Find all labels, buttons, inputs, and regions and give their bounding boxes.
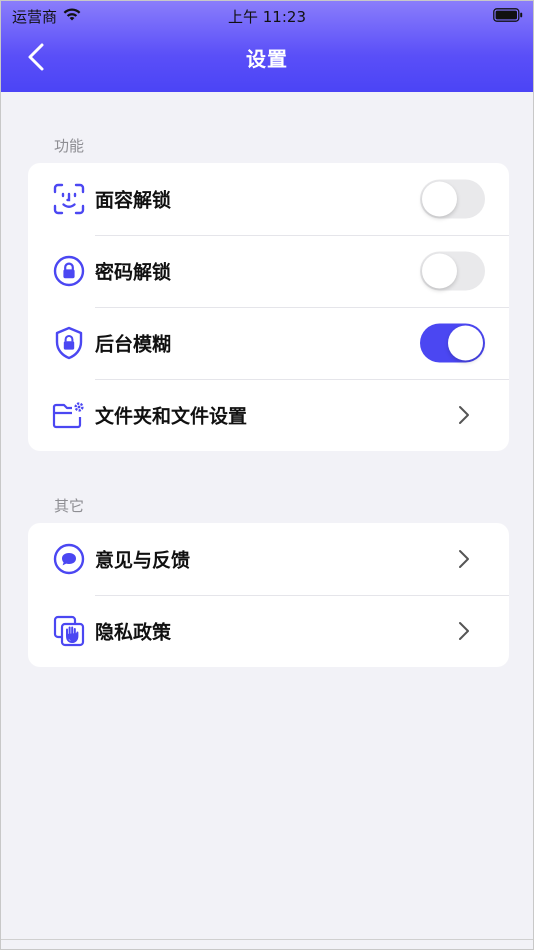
settings-screen: 运营商 上午 11:23 设置 功能 面容解锁 密码解锁 后台模糊 文件夹和文件…	[0, 0, 534, 950]
password-unlock-toggle[interactable]	[420, 251, 485, 291]
page-title: 设置	[246, 47, 288, 71]
bottom-divider	[1, 939, 533, 940]
password-unlock-row[interactable]: 密码解锁	[28, 235, 509, 307]
features-card: 面容解锁 密码解锁 后台模糊 文件夹和文件设置	[28, 163, 509, 451]
privacy-policy-row[interactable]: 隐私政策	[28, 595, 509, 667]
face-unlock-label: 面容解锁	[95, 189, 172, 212]
chevron-right-icon	[459, 550, 469, 568]
chevron-right-icon	[459, 406, 469, 424]
feedback-row[interactable]: 意见与反馈	[28, 523, 509, 595]
toggle-knob	[448, 325, 483, 361]
lock-circle-icon	[52, 254, 86, 288]
toggle-knob	[422, 253, 457, 289]
toggle-knob	[422, 181, 457, 217]
privacy-hand-icon	[52, 614, 86, 648]
face-unlock-toggle[interactable]	[420, 179, 485, 219]
privacy-policy-label: 隐私政策	[95, 621, 172, 644]
folder-settings-row[interactable]: 文件夹和文件设置	[28, 379, 509, 451]
feedback-label: 意见与反馈	[95, 549, 191, 572]
chevron-right-icon	[459, 622, 469, 640]
background-blur-row[interactable]: 后台模糊	[28, 307, 509, 379]
status-time: 上午 11:23	[228, 8, 306, 26]
section-label-others: 其它	[54, 497, 85, 515]
chat-bubble-icon	[52, 542, 86, 576]
background-blur-label: 后台模糊	[95, 333, 172, 356]
header: 运营商 上午 11:23 设置	[1, 1, 533, 92]
background-blur-toggle[interactable]	[420, 323, 485, 363]
face-id-icon	[52, 182, 86, 216]
folder-settings-icon	[52, 398, 86, 432]
face-unlock-row[interactable]: 面容解锁	[28, 163, 509, 235]
status-bar: 运营商 上午 11:23	[1, 1, 533, 29]
others-card: 意见与反馈 隐私政策	[28, 523, 509, 667]
folder-settings-label: 文件夹和文件设置	[95, 405, 248, 428]
shield-lock-icon	[52, 326, 86, 360]
password-unlock-label: 密码解锁	[95, 261, 172, 284]
section-label-features: 功能	[54, 137, 85, 155]
battery-icon	[493, 8, 523, 22]
